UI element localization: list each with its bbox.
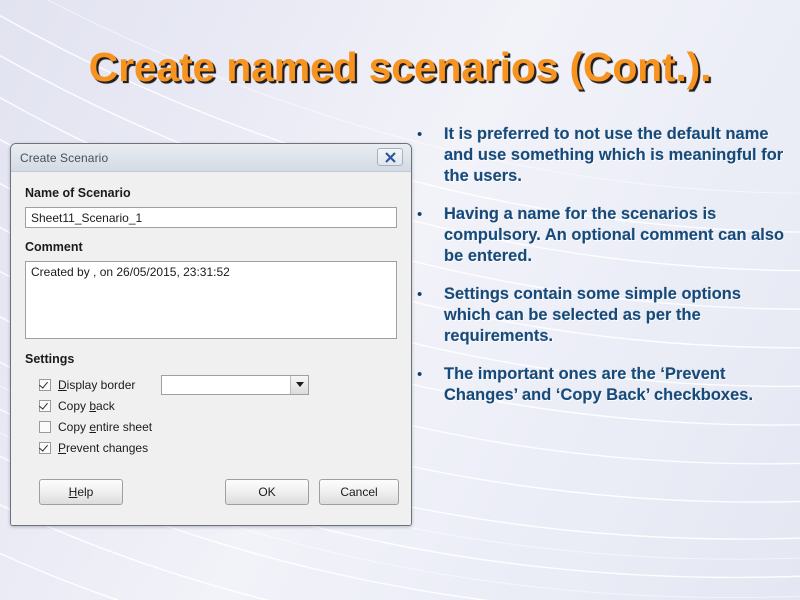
dialog-button-bar: Help OK Cancel [25,479,399,505]
bullet-dot-icon: • [417,126,423,143]
checkbox-label-prevent-changes: Prevent changes [58,440,149,455]
dialog-titlebar: Create Scenario [11,144,411,172]
checkbox-row-prevent-changes: Prevent changes [39,438,397,457]
dialog-title: Create Scenario [20,150,109,165]
dialog-body: Name of Scenario Sheet11_Scenario_1 Comm… [11,172,411,525]
checkbox-row-display-border: Display border [39,374,397,395]
scenario-name-input[interactable]: Sheet11_Scenario_1 [25,207,397,228]
close-icon[interactable] [377,148,403,166]
list-item-text: It is preferred to not use the default n… [444,125,784,185]
bullet-list: • It is preferred to not use the default… [414,124,786,423]
checkbox-label-display-border: Display border [58,377,136,392]
bullet-dot-icon: • [417,286,423,303]
checkbox-label-copy-entire-sheet: Copy entire sheet [58,419,153,434]
help-button[interactable]: Help [39,479,123,505]
checkbox-copy-entire-sheet[interactable] [39,420,51,433]
list-item: • It is preferred to not use the default… [414,124,786,187]
close-x-glyph [384,151,396,163]
list-item: • Settings contain some simple options w… [414,284,786,347]
comment-label: Comment [25,240,83,254]
create-scenario-dialog: Create Scenario Name of Scenario Sheet11… [10,143,412,526]
list-item: • The important ones are the ‘Prevent Ch… [414,364,786,406]
list-item-text: Settings contain some simple options whi… [444,285,742,345]
name-of-scenario-label: Name of Scenario [25,186,131,200]
checkbox-label-copy-back: Copy back [58,398,115,413]
list-item-text: The important ones are the ‘Prevent Chan… [444,365,754,404]
checkbox-copy-back[interactable] [39,399,51,412]
slide: Create named scenarios (Cont.). • It is … [0,0,800,600]
ok-button[interactable]: OK [225,479,309,505]
checkbox-display-border[interactable] [39,378,51,391]
cancel-button[interactable]: Cancel [319,479,399,505]
title-container: Create named scenarios (Cont.). [0,44,800,91]
chevron-down-icon[interactable] [290,375,309,394]
list-item: • Having a name for the scenarios is com… [414,204,786,267]
checkbox-prevent-changes[interactable] [39,441,51,454]
bullet-dot-icon: • [417,366,423,383]
page-title: Create named scenarios (Cont.). [88,44,712,90]
comment-textarea[interactable]: Created by , on 26/05/2015, 23:31:52 [25,261,397,339]
border-color-value [162,375,291,394]
list-item-text: Having a name for the scenarios is compu… [444,205,785,265]
checkbox-row-copy-back: Copy back [39,396,397,415]
checkbox-row-copy-entire-sheet: Copy entire sheet [39,417,397,436]
bullet-dot-icon: • [417,206,423,223]
settings-label: Settings [25,352,75,366]
border-color-dropdown[interactable] [161,374,310,395]
